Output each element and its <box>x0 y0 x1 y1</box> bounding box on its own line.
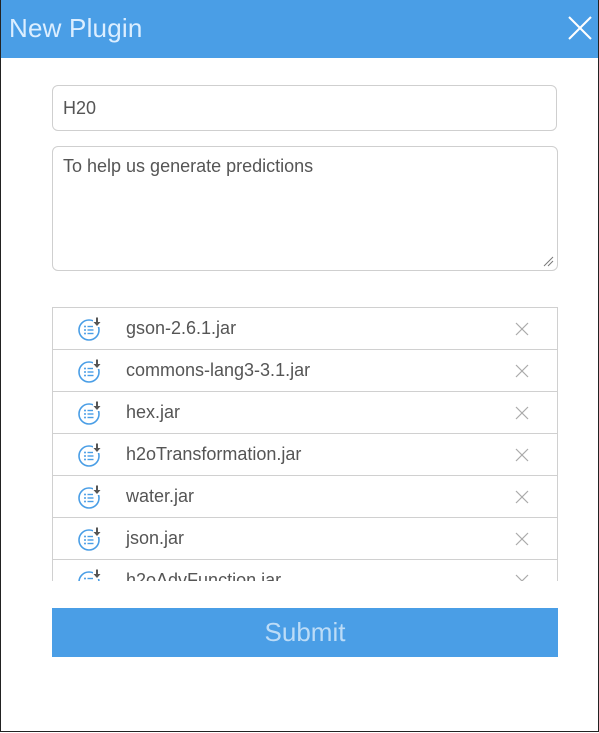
dialog-header: New Plugin <box>1 0 598 58</box>
remove-icon <box>515 322 529 336</box>
dialog-title: New Plugin <box>9 13 143 43</box>
close-icon <box>568 16 592 40</box>
remove-icon <box>515 364 529 378</box>
remove-file-button[interactable] <box>515 364 529 378</box>
remove-icon <box>515 406 529 420</box>
jar-file-icon <box>77 400 103 426</box>
file-name: h2oAdvFunction.jar <box>126 570 282 581</box>
jar-file-icon <box>77 442 103 468</box>
remove-icon <box>515 574 529 581</box>
remove-icon <box>515 532 529 546</box>
jar-file-icon <box>77 568 103 581</box>
remove-icon <box>515 448 529 462</box>
file-list-item: hex.jar <box>53 392 557 434</box>
close-button[interactable] <box>566 14 594 42</box>
jar-file-icon <box>77 484 103 510</box>
file-list-item: h2oAdvFunction.jar <box>53 560 557 581</box>
file-list-item: h2oTransformation.jar <box>53 434 557 476</box>
jar-file-icon <box>77 526 103 552</box>
remove-file-button[interactable] <box>515 532 529 546</box>
file-name: json.jar <box>126 528 185 548</box>
file-name: h2oTransformation.jar <box>126 444 302 464</box>
file-list-item: json.jar <box>53 518 557 560</box>
remove-file-button[interactable] <box>515 448 529 462</box>
file-list-item: gson-2.6.1.jar <box>53 308 557 350</box>
file-name: water.jar <box>126 486 195 506</box>
new-plugin-dialog: New Plugin gson-2.6.1.jar commons-lang3-3… <box>0 0 599 732</box>
plugin-name-input[interactable] <box>52 85 557 131</box>
remove-icon <box>515 490 529 504</box>
submit-button[interactable]: Submit <box>52 608 558 657</box>
file-list-item: commons-lang3-3.1.jar <box>53 350 557 392</box>
jar-file-icon <box>77 316 103 342</box>
resize-grip-icon[interactable] <box>542 255 554 267</box>
file-list-item: water.jar <box>53 476 557 518</box>
remove-file-button[interactable] <box>515 406 529 420</box>
remove-file-button[interactable] <box>515 490 529 504</box>
file-name: commons-lang3-3.1.jar <box>126 360 311 380</box>
file-name: gson-2.6.1.jar <box>126 318 237 338</box>
file-name: hex.jar <box>126 402 181 422</box>
remove-file-button[interactable] <box>515 322 529 336</box>
remove-file-button[interactable] <box>515 574 529 581</box>
file-list[interactable]: gson-2.6.1.jar commons-lang3-3.1.jar hex.j… <box>52 307 558 581</box>
jar-file-icon <box>77 358 103 384</box>
plugin-description-input[interactable] <box>52 146 558 271</box>
